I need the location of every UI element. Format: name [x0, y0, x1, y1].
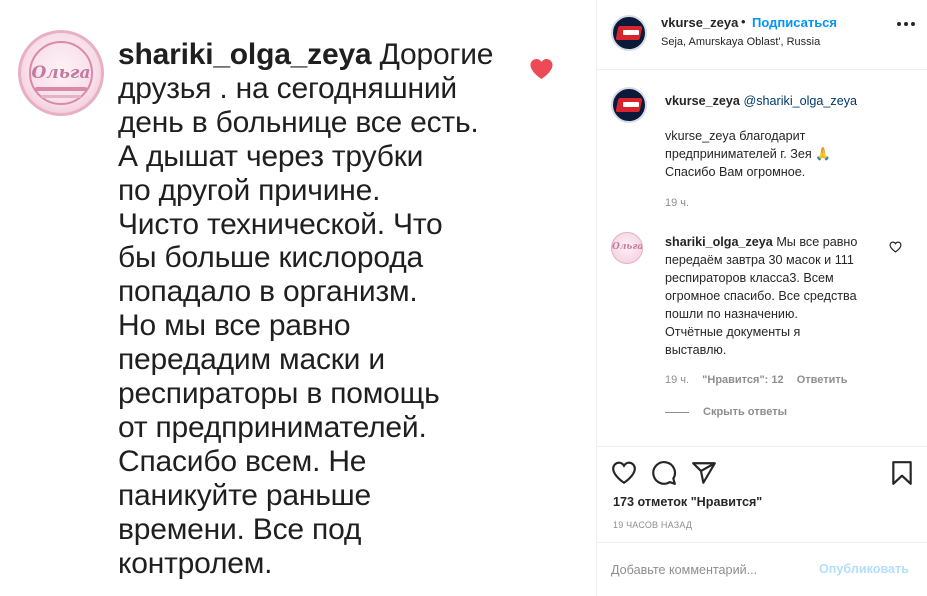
- post-image-text: shariki_olga_zeya Дорогие друзья . на се…: [118, 38, 538, 581]
- post-actions: 173 отметок "Нравится" 19 ЧАСОВ НАЗАД: [597, 446, 927, 542]
- comment-line: Мы все равно: [776, 235, 858, 249]
- more-options-icon[interactable]: [897, 21, 915, 27]
- image-text-line: день в больнице все есть.: [118, 105, 479, 139]
- image-text-line: паникуйте раньше: [118, 478, 372, 512]
- bookmark-icon[interactable]: [889, 460, 915, 486]
- add-comment-bar: Опубликовать: [597, 542, 927, 596]
- image-text-line: попадало в организм.: [118, 275, 418, 309]
- comment-line: пошли по назначению.: [665, 307, 798, 321]
- header-location[interactable]: Seja, Amurskaya Oblast', Russia: [661, 36, 820, 48]
- comment-username[interactable]: shariki_olga_zeya: [665, 235, 773, 249]
- comment-avatar[interactable]: Ольга: [611, 232, 643, 264]
- image-text-line: времени. Все под: [118, 512, 362, 546]
- header-separator-dot: •: [741, 14, 746, 29]
- caption-time: 19 ч.: [665, 197, 690, 209]
- share-icon[interactable]: [691, 460, 717, 486]
- header-username[interactable]: vkurse_zeya: [661, 15, 738, 30]
- image-username: shariki_olga_zeya: [118, 38, 372, 71]
- caption-username[interactable]: vkurse_zeya: [665, 94, 740, 108]
- image-text-line: Чисто технической. Что: [118, 207, 443, 241]
- comments-section: vkurse_zeya @shariki_olga_zeya vkurse_ze…: [597, 71, 927, 446]
- image-text-line: друзья . на сегодняшний: [118, 71, 457, 105]
- post-side-panel: vkurse_zeya • Подписаться Seja, Amurskay…: [596, 0, 927, 596]
- caption-header: vkurse_zeya @shariki_olga_zeya: [665, 92, 857, 110]
- caption-line: Спасибо Вам огромное.: [665, 165, 806, 179]
- hide-replies-label: Скрыть ответы: [703, 406, 787, 418]
- avatar-logo-text: Ольга: [31, 63, 91, 83]
- image-text-line: бы больше кислорода: [118, 241, 424, 275]
- image-text-line: от предпринимателей.: [118, 410, 427, 444]
- image-text-line: А дышат через трубки: [118, 139, 424, 173]
- caption-avatar[interactable]: [611, 87, 647, 123]
- caption-text: vkurse_zeya благодарит предпринимателей …: [665, 127, 915, 181]
- comment-meta: 19 ч. "Нравится": 12 Ответить: [665, 374, 848, 386]
- image-text-line: Но мы все равно: [118, 309, 351, 343]
- heart-outline-icon[interactable]: [611, 460, 637, 486]
- likes-count[interactable]: 173 отметок "Нравится": [613, 495, 762, 509]
- caption-line: vkurse_zeya благодарит: [665, 129, 806, 143]
- comment-input[interactable]: [611, 559, 811, 581]
- follow-button[interactable]: Подписаться: [752, 15, 837, 30]
- reply-button[interactable]: Ответить: [797, 374, 848, 386]
- comment-avatar-logo-text: Ольга: [612, 242, 643, 252]
- comment-line: огромное спасибо. Все средства: [665, 289, 857, 303]
- heart-filled-icon: [530, 59, 553, 79]
- comment-line: выставлю.: [665, 343, 727, 357]
- caption-line: предпринимателей г. Зея 🙏: [665, 147, 831, 161]
- comment-time: 19 ч.: [665, 374, 690, 386]
- comment-line: Отчётные документы я: [665, 325, 801, 339]
- comment-likes[interactable]: "Нравится": 12: [702, 374, 783, 386]
- image-text-line: респираторы в помощь: [118, 377, 440, 411]
- image-text-line: Спасибо всем. Не: [118, 444, 367, 478]
- post-timestamp[interactable]: 19 ЧАСОВ НАЗАД: [613, 520, 692, 530]
- olga-logo-avatar: Ольга: [18, 30, 104, 116]
- image-text-line: передадим маски и: [118, 343, 385, 377]
- comment-text: shariki_olga_zeya Мы все равно передаём …: [665, 233, 883, 359]
- image-text-line: контролем.: [118, 546, 273, 580]
- post-header: vkurse_zeya • Подписаться Seja, Amurskay…: [597, 0, 927, 70]
- image-text-line: по другой причине.: [118, 173, 381, 207]
- comment-line: респираторов класса3. Всем: [665, 271, 834, 285]
- image-text-line: Дорогие: [379, 38, 494, 71]
- comment-line: передаём завтра 30 масок и 111: [665, 253, 854, 267]
- post-image: Ольга shariki_olga_zeya Дорогие друзья .…: [0, 0, 596, 596]
- vkurse-avatar[interactable]: [611, 15, 647, 51]
- caption-mention[interactable]: @shariki_olga_zeya: [743, 94, 857, 108]
- comment-like-icon[interactable]: [889, 241, 902, 253]
- hide-replies-button[interactable]: Скрыть ответы: [665, 406, 787, 418]
- comment-icon[interactable]: [651, 460, 677, 486]
- publish-button[interactable]: Опубликовать: [819, 562, 909, 576]
